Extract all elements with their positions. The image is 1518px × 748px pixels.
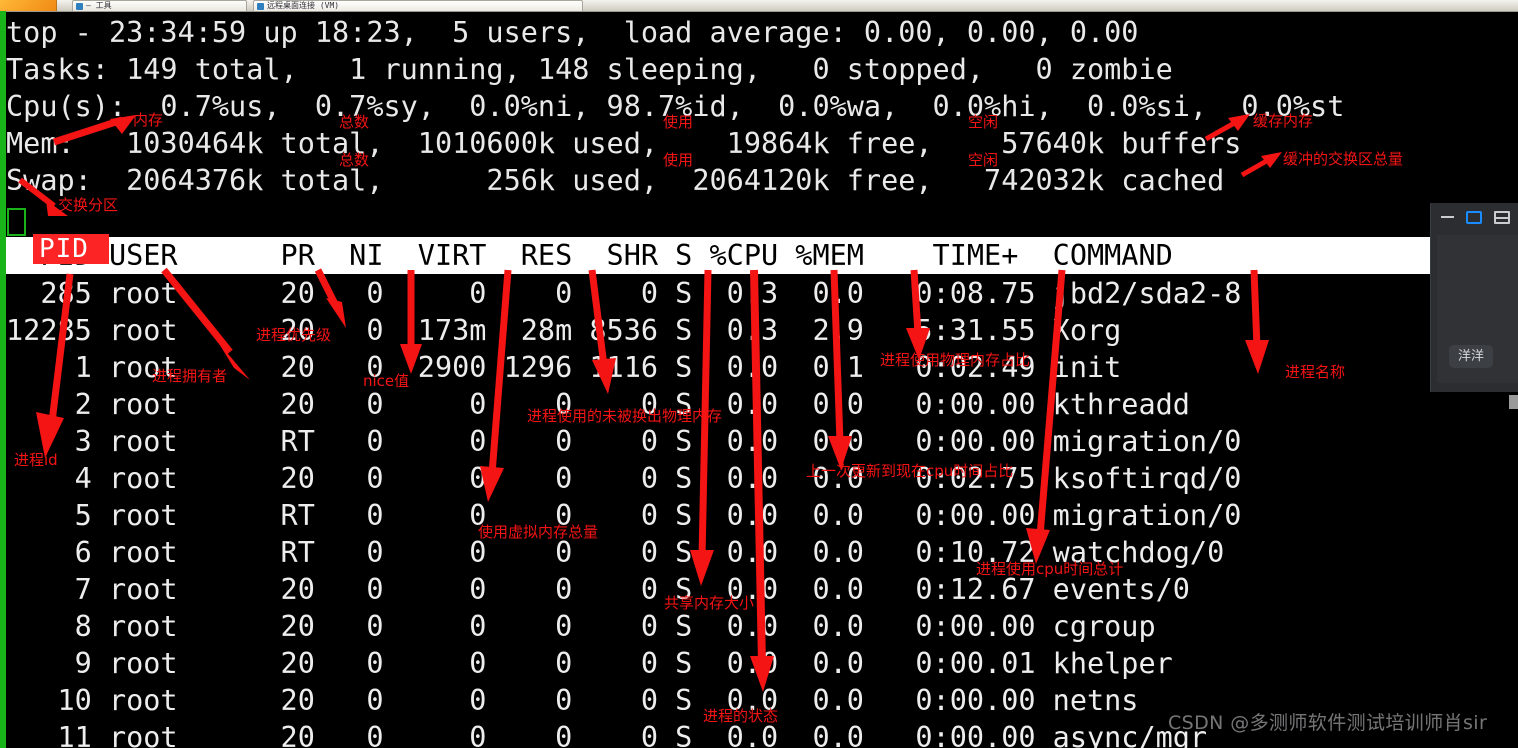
taskbar-orange-button[interactable] [0,0,57,11]
pid-highlight-label: PID [39,234,89,264]
annotation-label-pid: 进程id [14,451,58,469]
side-panel: 洋洋 [1430,203,1518,392]
side-panel-body: 洋洋 [1437,235,1518,383]
side-panel-chip[interactable]: 洋洋 [1449,345,1494,368]
annotation-arrow-mem [52,112,142,146]
annotation-label-mem-used: 使用 [663,113,694,131]
pid-highlight-box: PID [33,234,109,264]
annotation-arrow-pr [312,268,356,334]
restore-icon[interactable] [1494,210,1510,224]
maximize-icon[interactable] [1466,210,1482,224]
annotation-label-pr: 进程优先级 [256,326,332,344]
annotation-arrow-virt [478,268,522,506]
annotation-arrow-cached [1240,150,1286,178]
annotation-arrow-buffers [1204,112,1256,142]
taskbar-tab-2-label: 远程桌面连接 (VM) [267,1,340,10]
annotation-label-mem-total: 总数 [339,113,370,131]
annotation-arrow-state [742,268,780,696]
csdn-watermark: CSDN @多测师软件测试培训师肖sir [1168,712,1488,734]
annotation-label-state: 进程的状态 [703,707,779,725]
annotation-label-swap-partition: 交换分区 [58,196,119,214]
top-summary-uptime: top - 23:34:59 up 18:23, 5 users, load a… [6,16,1139,49]
annotation-arrow-time [1018,268,1066,568]
table-row[interactable]: 9 root 20 0 0 0 0 S 0.0 0.0 0:00.01 khel… [6,645,1173,682]
screen-root: — 工具 远程桌面连接 (VM) top - 23:34:59 up 18:23… [0,0,1518,748]
annotation-label-ni: nice值 [363,372,410,390]
top-summary-tasks: Tasks: 149 total, 1 running, 148 sleepin… [6,53,1173,86]
annotation-arrow-mem-pct [900,268,938,364]
annotation-label-buffers: 缓存内存 [1253,112,1314,130]
top-summary-swap: Swap: 2064376k total, 256k used, 2064120… [6,164,1225,197]
annotation-arrow-ni [398,268,428,378]
annotation-label-mem: 内存 [133,111,164,129]
annotation-arrow-res [582,268,626,398]
annotation-label-virt: 使用虚拟内存总量 [478,523,599,541]
annotation-label-swap-free: 空闲 [968,151,999,169]
annotation-label-cached: 缓冲的交换区总量 [1283,150,1404,168]
minimize-icon[interactable] [1441,216,1454,218]
top-summary-mem: Mem: 1030464k total, 1010600k used, 1986… [6,127,1242,160]
annotation-arrow-command [1240,268,1278,378]
annotation-label-cpu: 上一次更新到现在cpu时间占比 [806,462,1014,480]
annotation-arrow-cpu [820,268,858,474]
annotation-label-user: 进程拥有者 [152,367,228,385]
scrollbar-thumb[interactable] [1509,395,1518,409]
annotation-arrow-pid [30,272,80,462]
annotation-label-time: 进程使用cpu时间总计 [976,560,1124,578]
window-icon [76,3,83,10]
annotation-label-shr: 共享内存大小 [664,594,755,612]
annotation-label-mem-free: 空闲 [968,113,999,131]
table-row[interactable]: 8 root 20 0 0 0 0 S 0.0 0.0 0:00.00 cgro… [6,608,1156,645]
side-panel-titlebar [1431,203,1518,231]
annotation-label-swap-used: 使用 [663,151,694,169]
taskbar-tab-1[interactable]: — 工具 [72,0,247,11]
table-row[interactable]: 10 root 20 0 0 0 0 S 0.0 0.0 0:00.00 net… [6,682,1138,719]
annotation-label-command: 进程名称 [1285,363,1346,381]
annotation-label-swap-total: 总数 [339,151,370,169]
annotation-label-mem-pct: 进程使用物理内存占比 [880,351,1031,369]
remote-desktop-icon [257,3,264,10]
taskbar-tab-2[interactable]: 远程桌面连接 (VM) [253,0,583,11]
table-row[interactable]: 11 root 20 0 0 0 0 S 0.0 0.0 0:00.00 asy… [6,719,1207,748]
annotation-arrow-shr [686,268,724,590]
taskbar-tab-1-label: — 工具 [86,1,112,10]
